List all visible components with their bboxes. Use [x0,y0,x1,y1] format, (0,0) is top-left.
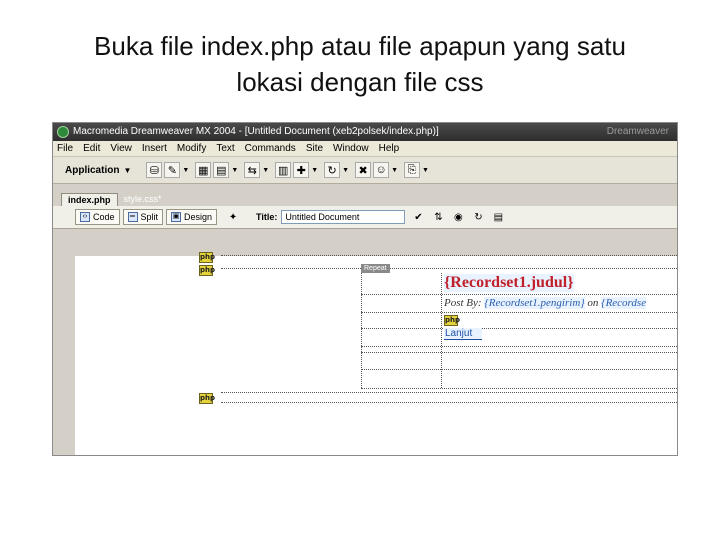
window-titlebar: Macromedia Dreamweaver MX 2004 - [Untitl… [53,123,677,141]
table-border-line [361,369,677,370]
document-toolbar: ‹› Code ═ Split ▣ Design ✦ Title: Untitl… [53,206,677,229]
menu-view[interactable]: View [110,143,132,154]
slide-title-line-2: lokasi dengan file css [236,67,484,97]
chevron-down-icon[interactable]: ▼ [342,167,349,174]
table-border-line [361,346,677,347]
recordset-icon[interactable]: ⛁ [146,162,163,178]
dreamweaver-screenshot: Macromedia Dreamweaver MX 2004 - [Untitl… [52,122,678,456]
php-tag-icon[interactable]: php [199,252,215,263]
split-view-label: Split [140,212,159,222]
delete-record-icon[interactable]: ✖ [355,162,372,178]
table-border-line [361,312,677,313]
menu-window[interactable]: Window [333,143,369,154]
php-tag-icon[interactable]: php [199,393,215,404]
split-view-button[interactable]: ═ Split [122,209,164,225]
slide-title-line-1: Buka file index.php atau file apapun yan… [94,31,626,61]
table-cell-border [361,273,362,388]
chevron-down-icon[interactable]: ▼ [391,167,398,174]
file-management-icon[interactable]: ⇅ [431,210,445,224]
preview-browser-icon[interactable]: ◉ [451,210,465,224]
menu-bar: File Edit View Insert Modify Text Comman… [53,141,677,157]
chevron-down-icon[interactable]: ▼ [262,167,269,174]
chevron-down-icon[interactable]: ▼ [231,167,238,174]
code-view-icon: ‹› [80,212,90,222]
post-on-text: on [587,297,599,309]
chevron-down-icon[interactable]: ▼ [123,166,131,175]
chevron-down-icon[interactable]: ▼ [422,167,429,174]
menu-edit[interactable]: Edit [83,143,100,154]
document-title-input[interactable]: Untitled Document [281,210,406,224]
user-auth-icon[interactable]: ☺ [373,162,390,178]
toolbar-gap [53,184,677,192]
chevron-down-icon[interactable]: ▼ [182,167,189,174]
table-border-line [361,328,677,329]
master-detail-icon[interactable]: ▥ [275,162,292,178]
tab-style-css[interactable]: style.css* [118,193,168,206]
insert-category-select[interactable]: Application [65,165,119,176]
recordset-date-field[interactable]: {Recordse [601,297,647,309]
menu-help[interactable]: Help [379,143,400,154]
code-view-label: Code [93,212,115,222]
refresh-icon[interactable]: ↻ [471,210,485,224]
table-border-line [361,352,677,353]
check-browser-icon[interactable]: ✔ [411,210,425,224]
post-by-line: Post By: {Recordset1.pengirim} on {Recor… [444,297,647,309]
document-tabs: index.php style.css* [53,192,677,206]
menu-modify[interactable]: Modify [177,143,206,154]
split-view-icon: ═ [127,212,138,222]
show-region-icon[interactable]: ▤ [213,162,230,178]
design-view-label: Design [184,212,213,222]
code-view-button[interactable]: ‹› Code [75,209,120,225]
dynamic-data-icon[interactable]: ✎ [164,162,181,178]
recordset-judul-field[interactable]: {Recordset1.judul} [444,274,574,292]
table-border-line [361,388,677,389]
view-options-icon[interactable]: ▤ [491,210,505,224]
record-navigation-icon[interactable]: ⇆ [244,162,261,178]
design-canvas[interactable]: php php Repeat {Recordset1.judul} Post B… [53,244,677,455]
insert-record-icon[interactable]: ✚ [293,162,310,178]
menu-text[interactable]: Text [216,143,234,154]
table-border-line [221,268,677,269]
slide-title: Buka file index.php atau file apapun yan… [0,28,720,100]
table-border-line [221,392,677,393]
chevron-down-icon[interactable]: ▼ [311,167,318,174]
window-faded-title: Dreamweaver [606,126,669,137]
update-record-icon[interactable]: ↻ [324,162,341,178]
repeated-region-icon[interactable]: ▦ [195,162,212,178]
table-border-line [221,255,677,256]
post-by-prefix: Post By: [444,297,482,309]
live-data-icon[interactable]: ✦ [226,210,240,224]
design-view-icon: ▣ [171,212,182,222]
table-border-line [221,402,677,403]
xslt-icon[interactable]: ⎘ [404,162,420,178]
repeat-region-label: Repeat [361,264,390,273]
lanjut-link[interactable]: Lanjut [444,328,483,340]
table-border-line [361,294,677,295]
tab-index-php[interactable]: index.php [61,193,118,206]
recordset-pengirim-field[interactable]: {Recordset1.pengirim} [484,297,585,309]
menu-site[interactable]: Site [306,143,323,154]
menu-file[interactable]: File [57,143,73,154]
menu-insert[interactable]: Insert [142,143,167,154]
dreamweaver-app-icon [57,126,69,138]
menu-commands[interactable]: Commands [245,143,296,154]
php-tag-icon[interactable]: php [199,265,215,276]
design-view-button[interactable]: ▣ Design [166,209,218,225]
php-tag-icon[interactable]: php [444,315,460,326]
insert-bar: Application ▼ ⛁ ✎ ▼ ▦ ▤ ▼ ⇆ ▼ ▥ ✚ ▼ ↻ ▼ ✖ ☺ ▼ … [53,157,677,184]
window-title: Macromedia Dreamweaver MX 2004 - [Untitl… [73,126,439,137]
title-label: Title: [256,212,278,222]
table-cell-border [441,273,442,388]
canvas-left-margin [53,244,75,455]
